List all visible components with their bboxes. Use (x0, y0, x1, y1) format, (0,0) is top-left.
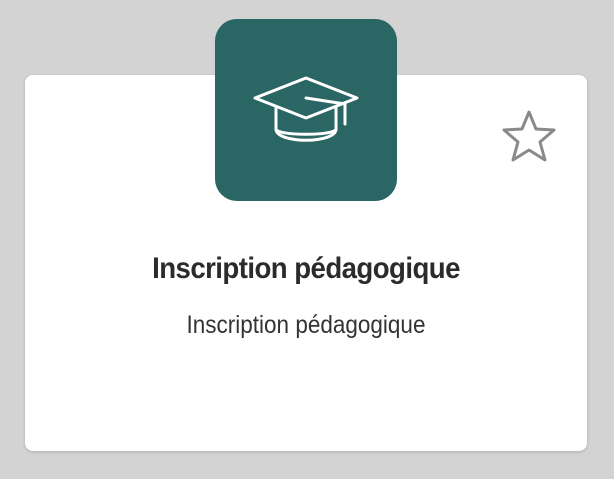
graduation-cap-icon (249, 74, 363, 146)
app-icon-tile (215, 19, 397, 201)
star-outline-icon (500, 109, 558, 163)
card-subtitle: Inscription pédagogique (186, 311, 426, 339)
card-title: Inscription pédagogique (152, 252, 460, 285)
favorite-button[interactable] (500, 109, 558, 163)
app-canvas: Inscription pédagogique Inscription péda… (0, 0, 614, 479)
